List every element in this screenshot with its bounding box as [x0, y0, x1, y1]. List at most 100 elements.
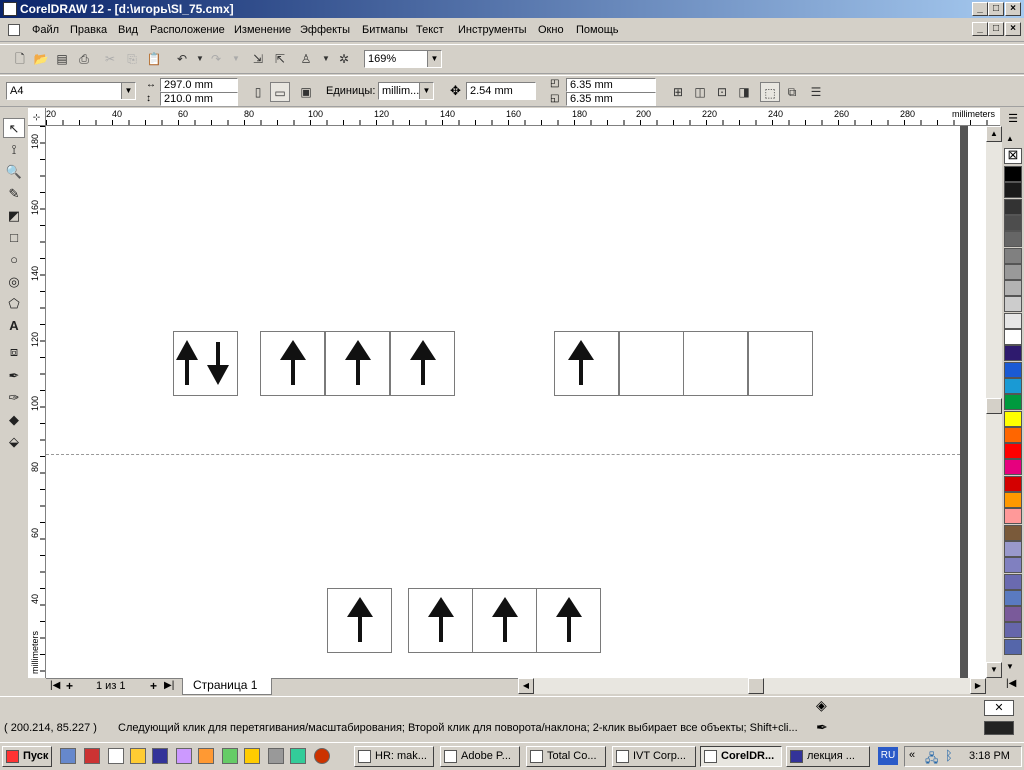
- color-swatch[interactable]: [1004, 198, 1022, 215]
- application-launcher-icon[interactable]: ♙: [296, 49, 316, 69]
- page-width-field[interactable]: 297.0 mm: [160, 78, 238, 92]
- box-up[interactable]: [408, 588, 473, 653]
- palette-scroll-up-icon[interactable]: ▲: [1006, 134, 1014, 143]
- redo-icon[interactable]: ↷: [206, 49, 226, 69]
- box-empty[interactable]: [683, 331, 748, 396]
- eyedropper-tool-icon[interactable]: ✒: [3, 366, 25, 386]
- color-swatch[interactable]: [1004, 329, 1022, 345]
- close-button[interactable]: ×: [1005, 2, 1021, 16]
- scroll-down-icon[interactable]: ▼: [986, 662, 1002, 678]
- quicklaunch-icon[interactable]: [60, 748, 76, 764]
- zoom-tool-icon[interactable]: 🔍: [3, 162, 25, 182]
- first-page-icon[interactable]: |◀: [50, 680, 60, 691]
- horizontal-scrollbar[interactable]: ◀ ▶: [518, 678, 986, 694]
- minimize-button[interactable]: _: [972, 2, 988, 16]
- menu-transform[interactable]: Изменение: [234, 24, 291, 36]
- select-objects-icon[interactable]: ⧉: [782, 82, 802, 102]
- print-icon[interactable]: ⎙: [74, 49, 94, 69]
- quicklaunch-icon[interactable]: [244, 748, 260, 764]
- horizontal-ruler[interactable]: 20 40 60 80 100 120 140 160 180 200 220 …: [46, 108, 1000, 126]
- doc-restore-button[interactable]: □: [988, 22, 1004, 36]
- scroll-thumb[interactable]: [748, 678, 764, 694]
- color-swatch[interactable]: [1004, 492, 1022, 508]
- color-swatch[interactable]: [1004, 426, 1022, 443]
- open-icon[interactable]: 📂: [31, 49, 51, 69]
- save-icon[interactable]: ▤: [52, 49, 72, 69]
- color-swatch[interactable]: [1004, 214, 1022, 231]
- menu-tools[interactable]: Инструменты: [458, 24, 527, 36]
- palette-expand-icon[interactable]: |◀: [1006, 678, 1016, 689]
- scroll-right-icon[interactable]: ▶: [970, 678, 986, 694]
- quicklaunch-icon[interactable]: [84, 748, 100, 764]
- color-swatch[interactable]: [1004, 443, 1022, 460]
- portrait-icon[interactable]: ▯: [248, 82, 268, 102]
- color-swatch[interactable]: [1004, 345, 1022, 362]
- box-up[interactable]: [472, 588, 537, 653]
- add-page-after-icon[interactable]: +: [150, 679, 157, 693]
- box-up[interactable]: [554, 331, 619, 396]
- snap-to-objects-icon[interactable]: ⊡: [712, 82, 732, 102]
- page-height-field[interactable]: 210.0 mm: [160, 92, 238, 106]
- color-swatch[interactable]: [1004, 361, 1022, 378]
- box-up[interactable]: [536, 588, 601, 653]
- fill-tool-icon[interactable]: ◆: [3, 410, 25, 430]
- network-icon[interactable]: 🖧: [925, 749, 938, 770]
- color-swatch[interactable]: [1004, 394, 1022, 411]
- dynamic-guides-icon[interactable]: ◨: [734, 82, 754, 102]
- task-total-commander[interactable]: Total Co...: [526, 746, 606, 767]
- duplicate-x-field[interactable]: 6.35 mm: [566, 78, 656, 92]
- coreldraw-app-icon[interactable]: [3, 2, 17, 16]
- basic-shapes-tool-icon[interactable]: ⬠: [3, 294, 25, 314]
- undo-icon[interactable]: ↶: [172, 49, 192, 69]
- quicklaunch-icon[interactable]: [108, 748, 124, 764]
- interactive-fill-tool-icon[interactable]: ⬙: [3, 432, 25, 452]
- paste-icon[interactable]: 📋: [144, 49, 164, 69]
- color-swatch[interactable]: [1004, 638, 1022, 655]
- spiral-tool-icon[interactable]: ◎: [3, 272, 25, 292]
- color-swatch[interactable]: [1004, 263, 1022, 280]
- all-pages-icon[interactable]: ▣: [296, 82, 316, 102]
- start-button[interactable]: Пуск: [2, 746, 52, 767]
- menu-help[interactable]: Помощь: [576, 24, 619, 36]
- vertical-ruler[interactable]: 180 160 140 120 100 80 60 40 millimeters: [28, 126, 46, 678]
- scroll-thumb[interactable]: [986, 398, 1002, 414]
- no-fill-swatch[interactable]: ⊠: [1004, 148, 1022, 164]
- ruler-origin-icon[interactable]: ⊹: [28, 108, 46, 126]
- color-swatch[interactable]: [1004, 573, 1022, 590]
- outline-tool-icon[interactable]: ✑: [3, 388, 25, 408]
- color-swatch[interactable]: [1004, 459, 1022, 476]
- box-empty[interactable]: [748, 331, 813, 396]
- palette-scroll-down-icon[interactable]: ▼: [1006, 662, 1014, 671]
- options-icon[interactable]: ☰: [806, 82, 826, 102]
- quicklaunch-icon[interactable]: [290, 748, 306, 764]
- color-swatch[interactable]: [1004, 589, 1022, 606]
- snap-to-grid-icon[interactable]: ⊞: [668, 82, 688, 102]
- palette-options-icon[interactable]: ☰: [1004, 112, 1022, 128]
- bluetooth-icon[interactable]: ᛒ: [945, 748, 953, 763]
- quicklaunch-icon[interactable]: [268, 748, 284, 764]
- guideline[interactable]: [46, 454, 960, 455]
- color-swatch[interactable]: [1004, 247, 1022, 264]
- color-swatch[interactable]: [1004, 296, 1022, 313]
- fill-indicator-icon[interactable]: ◈: [816, 697, 827, 714]
- task-lecture[interactable]: лекция ...: [786, 746, 870, 767]
- language-indicator[interactable]: RU: [878, 747, 898, 765]
- color-swatch[interactable]: [1004, 377, 1022, 394]
- import-icon[interactable]: ⇲: [248, 49, 268, 69]
- word-quicklaunch-icon[interactable]: [152, 748, 168, 764]
- opera-quicklaunch-icon[interactable]: [314, 748, 330, 764]
- new-icon[interactable]: 🗋: [10, 49, 30, 69]
- maximize-button[interactable]: □: [988, 2, 1004, 16]
- shape-tool-icon[interactable]: ⟟: [3, 140, 25, 160]
- text-tool-icon[interactable]: A: [3, 316, 25, 336]
- launcher-dropdown-icon[interactable]: ▼: [316, 49, 336, 69]
- color-swatch[interactable]: [1004, 508, 1022, 525]
- smart-fill-tool-icon[interactable]: ◩: [3, 206, 25, 226]
- freehand-tool-icon[interactable]: ✎: [3, 184, 25, 204]
- color-swatch[interactable]: [1004, 557, 1022, 574]
- snap-to-guidelines-icon[interactable]: ◫: [690, 82, 710, 102]
- task-ivt[interactable]: IVT Corp...: [612, 746, 696, 767]
- color-swatch[interactable]: [1004, 475, 1022, 492]
- outline-color-swatch[interactable]: [984, 721, 1014, 735]
- menu-text[interactable]: Текст: [416, 24, 444, 36]
